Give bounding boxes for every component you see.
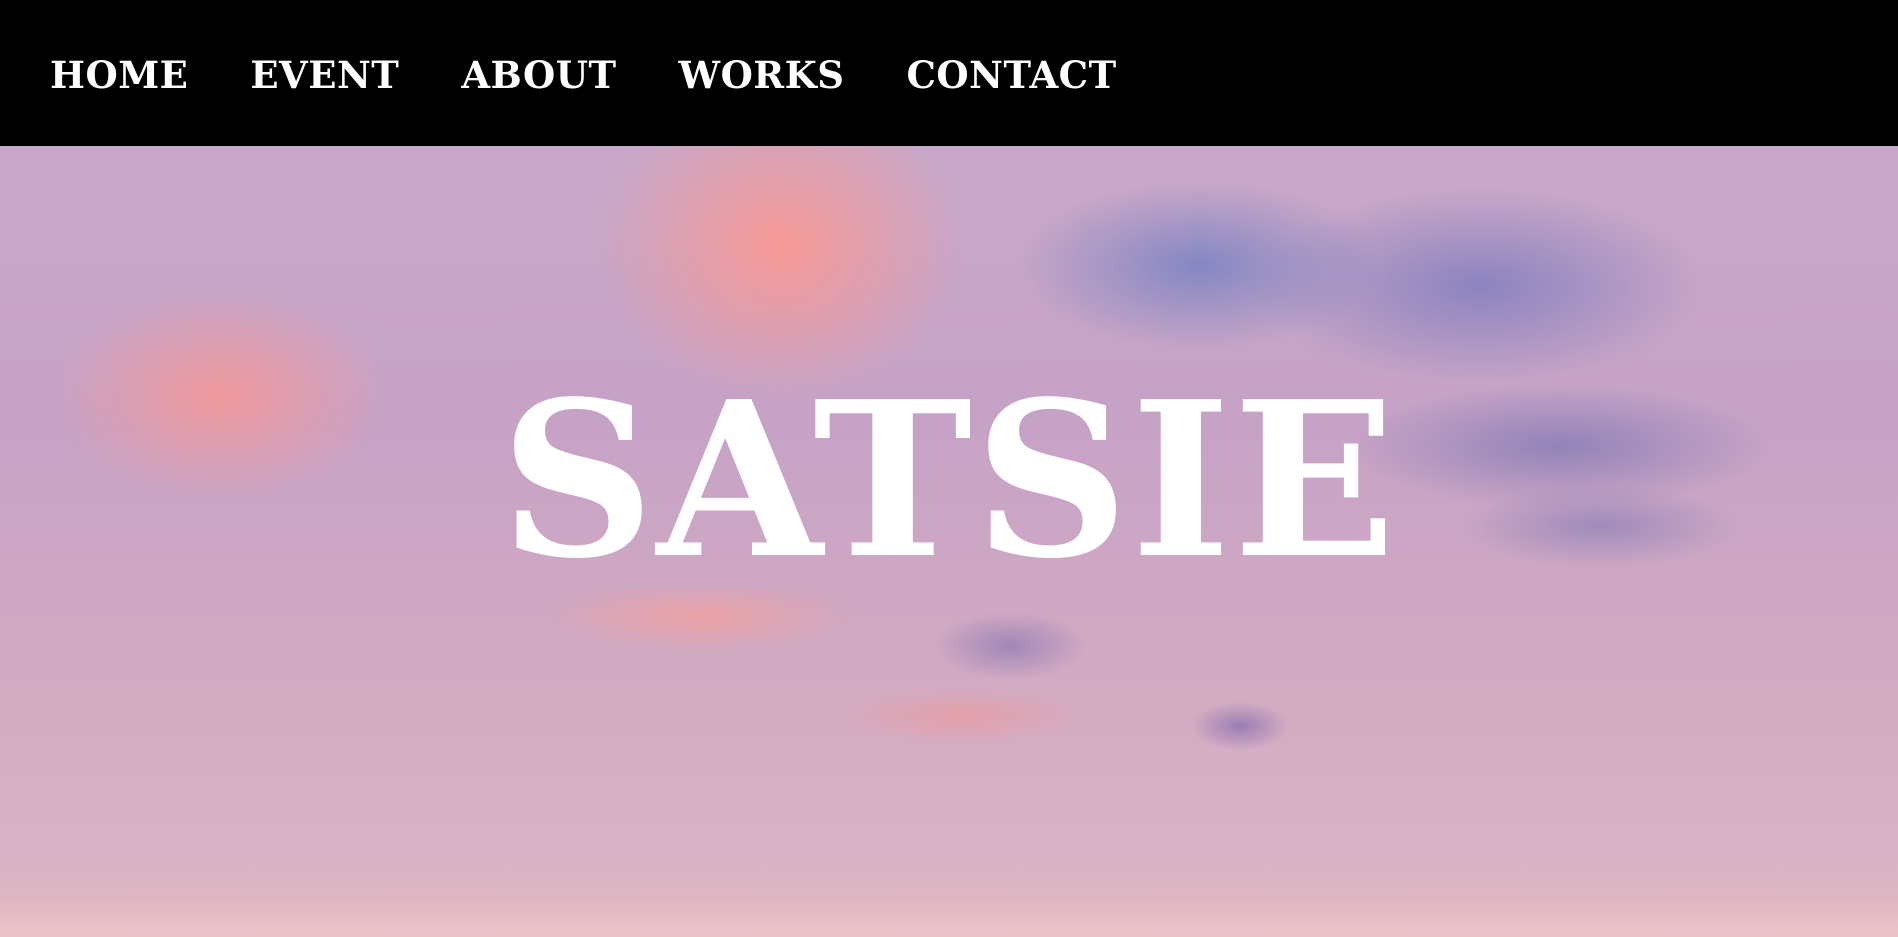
hero-banner: SATSIE <box>0 146 1898 937</box>
nav-about-link[interactable]: ABOUT <box>461 49 616 101</box>
hero-title: SATSIE <box>500 355 1398 606</box>
nav-menu: HOME EVENT ABOUT WORKS CONTACT <box>50 49 1179 101</box>
nav-event-link[interactable]: EVENT <box>250 49 399 101</box>
nav-contact-link[interactable]: CONTACT <box>906 49 1116 101</box>
nav-home-link[interactable]: HOME <box>50 49 188 101</box>
top-navbar: HOME EVENT ABOUT WORKS CONTACT <box>0 0 1898 146</box>
nav-works-link[interactable]: WORKS <box>679 49 845 101</box>
